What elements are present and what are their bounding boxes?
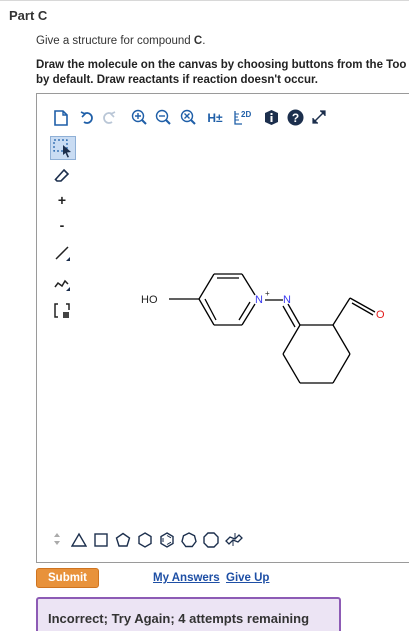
ring-double-6 — [204, 298, 217, 321]
top-divider — [0, 0, 409, 1]
molecule-canvas[interactable]: HO N + N O — [37, 94, 409, 562]
part-title: Part C — [9, 8, 48, 23]
benzene-shape-icon[interactable] — [157, 530, 177, 550]
my-answers-link[interactable]: My Answers — [153, 572, 220, 584]
prompt-suffix: . — [202, 35, 206, 47]
n-c-double — [282, 305, 296, 328]
octagon-shape-icon[interactable] — [201, 530, 221, 550]
cyc-bond-5 — [282, 353, 301, 384]
cyc-bond-3 — [332, 353, 351, 384]
triangle-shape-icon[interactable] — [69, 530, 89, 550]
ring-bond-1 — [198, 273, 215, 300]
instruction-line-1: Draw the molecule on the canvas by choos… — [36, 59, 407, 71]
ring-bond-4 — [241, 303, 256, 326]
hydroxypyridinium-ring — [169, 273, 256, 326]
aldehyde-group — [332, 297, 376, 326]
nitrogen-charge-label: + — [265, 289, 270, 298]
give-up-link[interactable]: Give Up — [226, 572, 269, 584]
hydroxyl-label: HO — [141, 294, 158, 306]
feedback-message: Incorrect; Try Again; 4 attempts remaini… — [48, 611, 310, 626]
square-shape-icon[interactable] — [91, 530, 111, 550]
cyclohexane-ring — [282, 324, 351, 384]
submit-button[interactable]: Submit — [36, 568, 99, 588]
heptagon-shape-icon[interactable] — [179, 530, 199, 550]
pentagon-shape-icon[interactable] — [113, 530, 133, 550]
drawing-instructions: Draw the molecule on the canvas by choos… — [36, 58, 409, 88]
cyc-bond-6 — [282, 324, 301, 355]
c-o-double-1 — [349, 297, 376, 313]
question-prompt: Give a structure for compound C. — [36, 35, 205, 47]
cyc-bond-2 — [332, 324, 351, 355]
shape-scroll-icon[interactable] — [51, 530, 63, 548]
hexagon-shape-icon[interactable] — [135, 530, 155, 550]
ring-bond-3 — [241, 273, 256, 296]
chair-shape-icon[interactable] — [223, 530, 245, 550]
pyridine-nitrogen-label: N — [255, 294, 263, 306]
molecule-editor: H± 2D ? + - HO N + N O — [36, 93, 409, 563]
imine-nitrogen-label: N — [283, 294, 291, 306]
n-c-bond — [287, 303, 301, 326]
instruction-line-2: by default. Draw reactants if reaction d… — [36, 74, 319, 86]
feedback-panel: Incorrect; Try Again; 4 attempts remaini… — [36, 597, 341, 631]
ring-double-4 — [238, 301, 251, 321]
c-cho-bond — [332, 297, 351, 326]
aldehyde-oxygen-label: O — [376, 309, 385, 321]
compound-label: C — [193, 35, 203, 47]
prompt-prefix: Give a structure for compound — [36, 35, 194, 47]
